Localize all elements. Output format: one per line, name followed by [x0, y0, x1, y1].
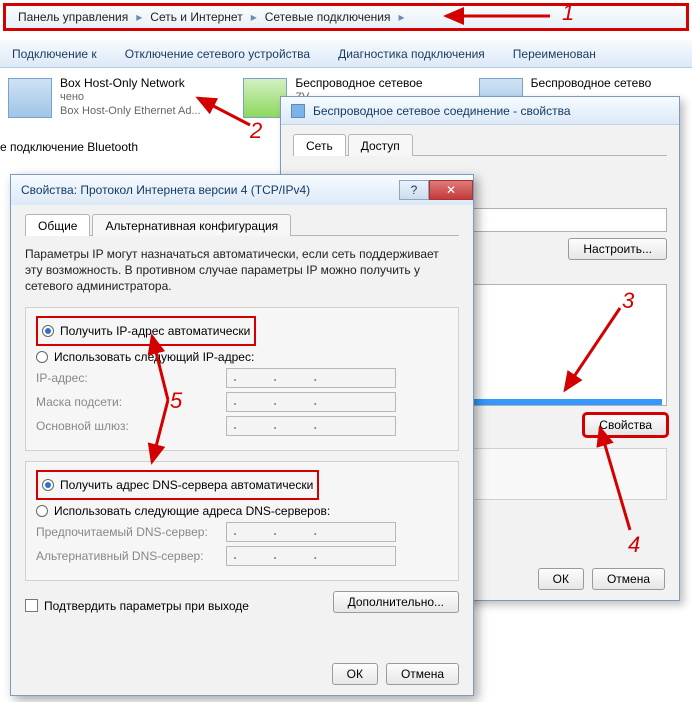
- annotation-number-3: 3: [622, 288, 634, 314]
- ip-group: Получить IP-адрес автоматически Использо…: [25, 307, 459, 451]
- tab-general[interactable]: Общие: [25, 214, 90, 236]
- ok-button[interactable]: ОК: [332, 663, 378, 685]
- chevron-right-icon: ▸: [397, 10, 407, 24]
- radio-ip-manual[interactable]: Использовать следующий IP-адрес:: [36, 350, 448, 364]
- toolbar-disable[interactable]: Отключение сетевого устройства: [125, 47, 310, 61]
- ip-address-label: IP-адрес:: [36, 371, 226, 385]
- dialog-titlebar: Беспроводное сетевое соединение - свойст…: [281, 97, 679, 125]
- command-bar: Подключение к Отключение сетевого устрой…: [0, 40, 692, 68]
- ip-address-input[interactable]: [226, 368, 396, 388]
- dns2-input[interactable]: [226, 546, 396, 566]
- close-button[interactable]: ✕: [429, 180, 473, 200]
- radio-dns-manual[interactable]: Использовать следующие адреса DNS-сервер…: [36, 504, 448, 518]
- annotation-number-4: 4: [628, 532, 640, 558]
- connection-name: Беспроводное сетевое: [295, 76, 422, 91]
- dialog-title: Беспроводное сетевое соединение - свойст…: [313, 104, 571, 118]
- radio-icon: [36, 505, 48, 517]
- connection-name: Беспроводное сетево: [531, 76, 652, 91]
- radio-icon: [42, 479, 54, 491]
- tab-access[interactable]: Доступ: [348, 134, 413, 156]
- tab-network[interactable]: Сеть: [293, 134, 346, 156]
- properties-button[interactable]: Свойства: [584, 414, 667, 436]
- radio-dns-auto[interactable]: Получить адрес DNS-сервера автоматически: [42, 478, 313, 492]
- breadcrumb-bar: Панель управления ▸ Сеть и Интернет ▸ Се…: [3, 3, 689, 31]
- network-adapter-icon: [8, 78, 52, 118]
- subnet-mask-input[interactable]: [226, 392, 396, 412]
- dns2-label: Альтернативный DNS-сервер:: [36, 549, 226, 563]
- tab-alternate[interactable]: Альтернативная конфигурация: [92, 214, 291, 236]
- gateway-label: Основной шлюз:: [36, 419, 226, 433]
- dialog-title: Свойства: Протокол Интернета версии 4 (T…: [21, 183, 310, 197]
- cancel-button[interactable]: Отмена: [592, 568, 665, 590]
- tab-strip: Сеть Доступ: [293, 133, 667, 156]
- breadcrumb-item[interactable]: Панель управления: [12, 10, 134, 24]
- confirm-on-exit-checkbox[interactable]: Подтвердить параметры при выходе: [25, 599, 249, 613]
- gateway-input[interactable]: [226, 416, 396, 436]
- toolbar-connect[interactable]: Подключение к: [12, 47, 97, 61]
- help-button[interactable]: ?: [399, 180, 429, 200]
- checkbox-icon: [25, 599, 38, 612]
- breadcrumb-item[interactable]: Сетевые подключения: [259, 10, 397, 24]
- info-text: Параметры IP могут назначаться автоматич…: [25, 246, 459, 295]
- toolbar-rename[interactable]: Переименован: [513, 47, 596, 61]
- dns-group: Получить адрес DNS-сервера автоматически…: [25, 461, 459, 581]
- subnet-mask-label: Маска подсети:: [36, 395, 226, 409]
- annotation-number-5: 5: [170, 388, 182, 414]
- radio-ip-auto[interactable]: Получить IP-адрес автоматически: [42, 324, 250, 338]
- dns1-input[interactable]: [226, 522, 396, 542]
- dialog-ipv4-properties: Свойства: Протокол Интернета версии 4 (T…: [10, 174, 474, 696]
- connection-item[interactable]: Box Host-Only Network чено Box Host-Only…: [8, 76, 213, 168]
- connection-status: чено: [60, 91, 201, 105]
- annotation-number-1: 1: [562, 0, 574, 26]
- ok-button[interactable]: ОК: [538, 568, 584, 590]
- network-icon: [291, 104, 305, 118]
- radio-icon: [42, 325, 54, 337]
- chevron-right-icon: ▸: [134, 10, 144, 24]
- cancel-button[interactable]: Отмена: [386, 663, 459, 685]
- advanced-button[interactable]: Дополнительно...: [333, 591, 459, 613]
- dns1-label: Предпочитаемый DNS-сервер:: [36, 525, 226, 539]
- tab-strip: Общие Альтернативная конфигурация: [25, 213, 459, 236]
- connection-name: Box Host-Only Network: [60, 76, 201, 91]
- dialog-titlebar: Свойства: Протокол Интернета версии 4 (T…: [11, 175, 473, 205]
- chevron-right-icon: ▸: [249, 10, 259, 24]
- connection-adapter: Box Host-Only Ethernet Ad...: [60, 105, 201, 119]
- configure-button[interactable]: Настроить...: [568, 238, 667, 260]
- breadcrumb-item[interactable]: Сеть и Интернет: [144, 10, 248, 24]
- connection-item-bluetooth[interactable]: е подключение Bluetooth: [0, 140, 138, 154]
- toolbar-diagnose[interactable]: Диагностика подключения: [338, 47, 485, 61]
- radio-icon: [36, 351, 48, 363]
- annotation-number-2: 2: [250, 118, 262, 144]
